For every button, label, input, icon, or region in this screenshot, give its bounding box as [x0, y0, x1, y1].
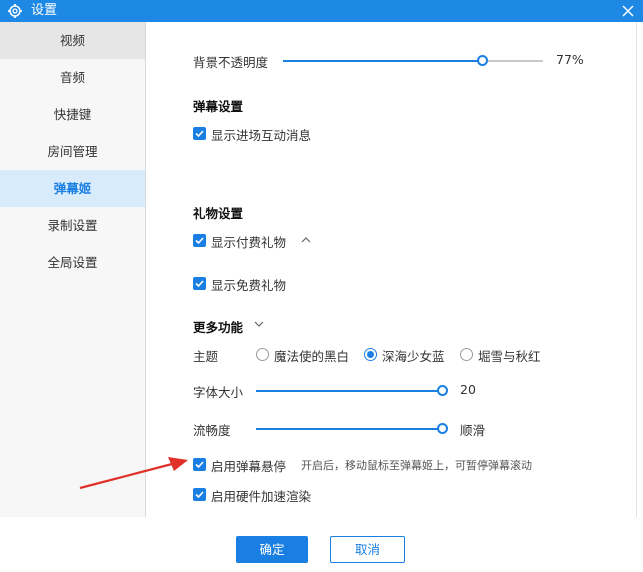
sidebar-item-label: 视频 — [59, 33, 85, 48]
check-icon — [195, 130, 204, 138]
section-title-more: 更多功能 — [193, 320, 244, 335]
sidebar-item-global[interactable]: 全局设置 — [0, 244, 145, 281]
show-paid-gifts-label: 显示付费礼物 — [211, 235, 287, 250]
theme-radio-deep-sea-blue[interactable] — [364, 348, 377, 361]
hover-pause-checkbox[interactable] — [193, 458, 206, 471]
close-icon[interactable] — [621, 4, 635, 18]
show-entry-interaction-label: 显示进场互动消息 — [211, 128, 312, 143]
show-free-gifts-checkbox[interactable] — [193, 277, 206, 290]
sidebar-item-label: 全局设置 — [47, 255, 98, 270]
font-size-value: 20 — [460, 382, 476, 397]
sidebar-item-audio[interactable]: 音频 — [0, 59, 145, 96]
sidebar-item-shortcuts[interactable]: 快捷键 — [0, 96, 145, 133]
check-icon — [195, 491, 204, 499]
hw-accel-checkbox[interactable] — [193, 488, 206, 501]
opacity-value: 77% — [556, 52, 584, 67]
hw-accel-label: 启用硬件加速渲染 — [211, 489, 312, 504]
theme-label: 主题 — [193, 349, 219, 364]
show-free-gifts-label: 显示免费礼物 — [211, 278, 287, 293]
section-title-danmaku: 弹幕设置 — [193, 99, 244, 114]
cancel-button[interactable]: 取消 — [330, 536, 405, 563]
slider-thumb[interactable] — [477, 55, 488, 66]
sidebar-item-label: 房间管理 — [47, 144, 98, 159]
slider-fill — [283, 60, 483, 62]
slider-thumb[interactable] — [437, 423, 448, 434]
theme-radio-snow-autumn-red[interactable] — [460, 348, 473, 361]
smoothness-value: 顺滑 — [460, 423, 486, 438]
show-paid-gifts-checkbox[interactable] — [193, 234, 206, 247]
confirm-button[interactable]: 确定 — [236, 536, 308, 563]
theme-radio-black-white[interactable] — [256, 348, 269, 361]
section-title-gifts: 礼物设置 — [193, 206, 244, 221]
divider — [145, 22, 146, 517]
sidebar-item-label: 音频 — [59, 70, 85, 85]
font-size-label: 字体大小 — [193, 385, 244, 400]
check-icon — [195, 237, 204, 245]
check-icon — [195, 280, 204, 288]
annotation-arrow-icon — [79, 457, 188, 490]
hover-pause-label: 启用弹幕悬停 — [211, 459, 287, 474]
hover-pause-hint: 开启后，移动鼠标至弹幕姬上，可暂停弹幕滚动 — [301, 459, 532, 472]
sidebar-item-label: 弹幕姬 — [53, 181, 92, 196]
title-bar: 设置 — [0, 0, 643, 22]
show-entry-interaction-checkbox[interactable] — [193, 127, 206, 140]
sidebar-item-room-management[interactable]: 房间管理 — [0, 133, 145, 170]
chevron-up-icon[interactable] — [301, 236, 311, 243]
theme-option-label: 魔法使的黑白 — [274, 349, 350, 364]
sidebar-item-video[interactable]: 视频 — [0, 22, 145, 59]
slider-fill — [256, 428, 443, 430]
gear-icon — [8, 4, 22, 18]
divider — [636, 22, 637, 517]
sidebar-item-label: 快捷键 — [53, 107, 92, 122]
slider-thumb[interactable] — [437, 385, 448, 396]
theme-option-label: 堀雪与秋红 — [478, 349, 541, 364]
sidebar-item-recording[interactable]: 录制设置 — [0, 207, 145, 244]
chevron-down-icon[interactable] — [254, 321, 264, 328]
check-icon — [195, 461, 204, 469]
window-title: 设置 — [31, 3, 58, 18]
smoothness-label: 流畅度 — [193, 423, 231, 438]
opacity-label: 背景不透明度 — [193, 55, 269, 70]
theme-option-label: 深海少女蓝 — [382, 349, 445, 364]
sidebar: 视频 音频 快捷键 房间管理 弹幕姬 录制设置 全局设置 — [0, 22, 145, 517]
sidebar-item-danmaku[interactable]: 弹幕姬 — [0, 170, 145, 207]
slider-fill — [256, 390, 443, 392]
sidebar-item-label: 录制设置 — [47, 218, 98, 233]
